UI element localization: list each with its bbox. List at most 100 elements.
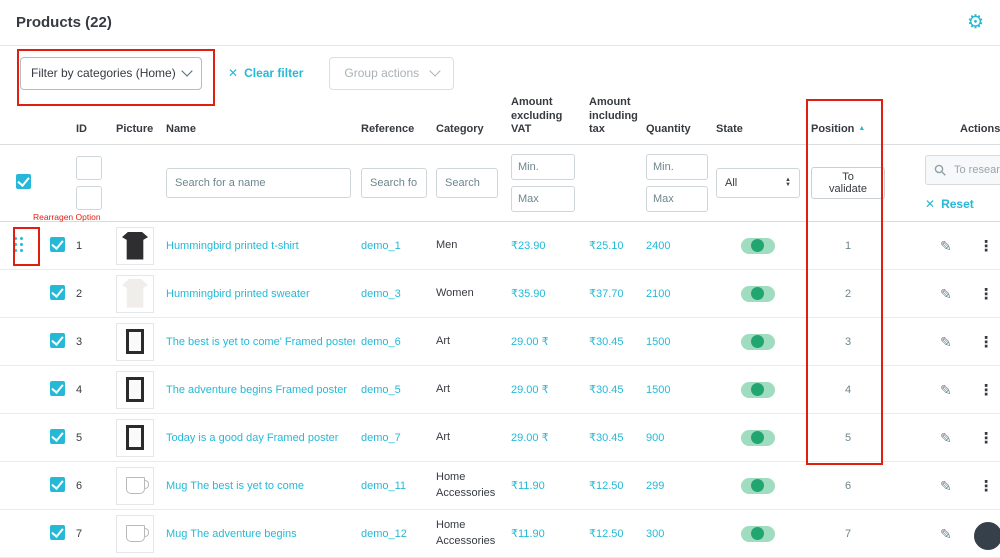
amount-incl-tax-link[interactable]: ₹12.50 bbox=[589, 480, 624, 492]
row-checkbox[interactable] bbox=[50, 380, 65, 396]
quantity-min-input[interactable] bbox=[646, 154, 708, 180]
research-search-box[interactable] bbox=[925, 155, 1000, 185]
product-name-link[interactable]: Mug The adventure begins bbox=[166, 528, 355, 540]
table-filter-row: All ▲▼ To validate ✕ Reset bbox=[0, 145, 1000, 222]
row-checkbox[interactable] bbox=[50, 476, 65, 492]
product-name-link[interactable]: Today is a good day Framed poster bbox=[166, 432, 355, 444]
amount-excl-vat-link[interactable]: 29.00 ₹ bbox=[511, 336, 549, 348]
more-actions-icon[interactable]: ⋮ bbox=[979, 382, 994, 399]
reference-search-input[interactable] bbox=[361, 168, 427, 198]
quantity-link[interactable]: 900 bbox=[646, 432, 664, 444]
table-header-row: ID Picture Name Reference Category Amoun… bbox=[0, 96, 1000, 145]
edit-icon[interactable]: ✎ bbox=[885, 238, 952, 254]
edit-icon[interactable]: ✎ bbox=[885, 526, 952, 542]
select-all-checkbox[interactable] bbox=[16, 174, 31, 189]
product-reference-link[interactable]: demo_1 bbox=[361, 240, 401, 252]
quantity-link[interactable]: 1500 bbox=[646, 384, 670, 396]
header-id[interactable]: ID bbox=[70, 123, 110, 137]
amount-incl-tax-link[interactable]: ₹12.50 bbox=[589, 528, 624, 540]
amount-incl-tax-link[interactable]: ₹25.10 bbox=[589, 240, 624, 252]
group-actions-label: Group actions bbox=[344, 66, 420, 80]
product-name-link[interactable]: The adventure begins Framed poster bbox=[166, 384, 355, 396]
floating-widget[interactable] bbox=[972, 520, 1000, 552]
state-toggle[interactable] bbox=[740, 285, 775, 302]
category-filter-dropdown[interactable]: Filter by categories (Home) bbox=[20, 56, 202, 90]
product-name-link[interactable]: Hummingbird printed sweater bbox=[166, 288, 355, 300]
header-category[interactable]: Category bbox=[430, 122, 505, 137]
product-reference-link[interactable]: demo_7 bbox=[361, 432, 401, 444]
quantity-link[interactable]: 2400 bbox=[646, 240, 670, 252]
quantity-link[interactable]: 300 bbox=[646, 528, 664, 540]
amount-incl-tax-link[interactable]: ₹30.45 bbox=[589, 432, 624, 444]
sort-asc-icon[interactable]: ▲ bbox=[858, 125, 865, 132]
product-reference-link[interactable]: demo_5 bbox=[361, 384, 401, 396]
quantity-link[interactable]: 1500 bbox=[646, 336, 670, 348]
category-search-input[interactable] bbox=[436, 168, 498, 198]
state-filter-select[interactable]: All ▲ ▼ bbox=[716, 168, 800, 198]
page-title: Products (22) bbox=[16, 14, 112, 31]
header-amount-excl-vat[interactable]: Amount excluding VAT bbox=[505, 96, 583, 137]
amount-excl-vat-link[interactable]: 29.00 ₹ bbox=[511, 384, 549, 396]
products-table: ID Picture Name Reference Category Amoun… bbox=[0, 96, 1000, 558]
header-name[interactable]: Name bbox=[160, 123, 355, 137]
quantity-link[interactable]: 2100 bbox=[646, 288, 670, 300]
more-actions-icon[interactable]: ⋮ bbox=[979, 430, 994, 447]
more-actions-icon[interactable]: ⋮ bbox=[979, 478, 994, 495]
product-category: Art bbox=[436, 382, 451, 395]
amount-excl-vat-link[interactable]: ₹35.90 bbox=[511, 288, 546, 300]
search-icon bbox=[934, 164, 946, 176]
amount-excl-vat-link[interactable]: ₹11.90 bbox=[511, 528, 545, 540]
row-checkbox[interactable] bbox=[50, 284, 65, 300]
edit-icon[interactable]: ✎ bbox=[885, 334, 952, 350]
reset-button[interactable]: ✕ Reset bbox=[925, 197, 974, 211]
header-quantity[interactable]: Quantity bbox=[640, 123, 710, 137]
row-checkbox[interactable] bbox=[50, 428, 65, 444]
product-reference-link[interactable]: demo_6 bbox=[361, 336, 401, 348]
amount-excl-vat-link[interactable]: ₹11.90 bbox=[511, 480, 545, 492]
product-reference-link[interactable]: demo_11 bbox=[361, 480, 406, 492]
edit-icon[interactable]: ✎ bbox=[885, 478, 952, 494]
state-toggle[interactable] bbox=[740, 525, 775, 542]
amount-incl-tax-link[interactable]: ₹37.70 bbox=[589, 288, 624, 300]
amount-incl-tax-link[interactable]: ₹30.45 bbox=[589, 384, 624, 396]
more-actions-icon[interactable]: ⋮ bbox=[979, 334, 994, 351]
quantity-link[interactable]: 299 bbox=[646, 480, 664, 492]
state-toggle[interactable] bbox=[740, 381, 775, 398]
state-toggle[interactable] bbox=[740, 429, 775, 446]
product-reference-link[interactable]: demo_12 bbox=[361, 528, 407, 540]
product-reference-link[interactable]: demo_3 bbox=[361, 288, 401, 300]
research-input[interactable] bbox=[952, 163, 1000, 177]
drag-handle[interactable] bbox=[14, 236, 26, 255]
product-name-link[interactable]: Hummingbird printed t-shirt bbox=[166, 240, 355, 252]
name-search-input[interactable] bbox=[166, 168, 351, 198]
header-position[interactable]: Position ▲ bbox=[805, 123, 885, 137]
header-state[interactable]: State bbox=[710, 123, 805, 137]
clear-filter-button[interactable]: ✕ Clear filter bbox=[228, 66, 303, 80]
product-name-link[interactable]: The best is yet to come' Framed poster bbox=[166, 336, 355, 348]
more-actions-icon[interactable]: ⋮ bbox=[979, 238, 994, 255]
amount-max-input[interactable] bbox=[511, 186, 575, 212]
amount-excl-vat-link[interactable]: ₹23.90 bbox=[511, 240, 546, 252]
group-actions-dropdown[interactable]: Group actions bbox=[329, 56, 455, 90]
state-toggle[interactable] bbox=[740, 237, 775, 254]
id-filter-max-input[interactable] bbox=[76, 186, 102, 210]
settings-gear-icon[interactable]: ⚙ bbox=[967, 13, 984, 32]
amount-excl-vat-link[interactable]: 29.00 ₹ bbox=[511, 432, 549, 444]
quantity-max-input[interactable] bbox=[646, 186, 708, 212]
edit-icon[interactable]: ✎ bbox=[885, 286, 952, 302]
state-toggle[interactable] bbox=[740, 333, 775, 350]
edit-icon[interactable]: ✎ bbox=[885, 430, 952, 446]
edit-icon[interactable]: ✎ bbox=[885, 382, 952, 398]
more-actions-icon[interactable]: ⋮ bbox=[979, 286, 994, 303]
id-filter-min-input[interactable] bbox=[76, 156, 102, 180]
row-checkbox[interactable] bbox=[50, 332, 65, 348]
product-name-link[interactable]: Mug The best is yet to come bbox=[166, 480, 355, 492]
row-checkbox[interactable] bbox=[50, 236, 65, 252]
header-reference[interactable]: Reference bbox=[355, 123, 430, 137]
amount-min-input[interactable] bbox=[511, 154, 575, 180]
header-amount-incl-tax[interactable]: Amount including tax bbox=[583, 96, 640, 137]
amount-incl-tax-link[interactable]: ₹30.45 bbox=[589, 336, 624, 348]
row-checkbox[interactable] bbox=[50, 524, 65, 540]
state-toggle[interactable] bbox=[740, 477, 775, 494]
to-validate-button[interactable]: To validate bbox=[811, 167, 885, 199]
